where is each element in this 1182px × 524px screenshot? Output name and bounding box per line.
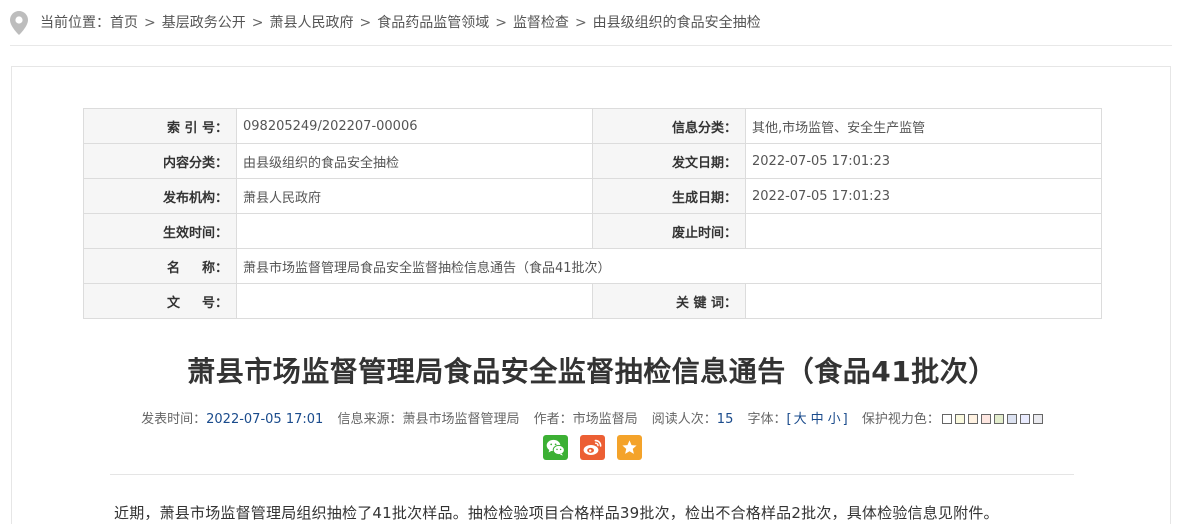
table-row: 文 号： 关 键 词： (83, 283, 1102, 319)
table-row: 生效时间： 废止时间： (83, 213, 1102, 249)
expire-time-value (745, 213, 1102, 249)
breadcrumb-county-government[interactable]: 萧县人民政府 (269, 10, 353, 36)
breadcrumb-current[interactable]: 由县级组织的食品安全抽检 (593, 10, 761, 36)
metadata-table: 索 引 号： 098205249/202207-00006 信息分类： 其他,市… (83, 108, 1102, 319)
location-pin-icon (10, 11, 28, 35)
info-source: 信息来源：萧县市场监督管理局 (337, 412, 519, 427)
index-number-label: 索 引 号： (83, 108, 237, 144)
table-row: 发布机构： 萧县人民政府 生成日期： 2022-07-05 17:01:23 (83, 178, 1102, 214)
wechat-icon (546, 439, 565, 456)
expire-time-label: 废止时间： (592, 213, 746, 249)
eye-color-swatch[interactable] (993, 414, 1004, 424)
table-row: 内容分类： 由县级组织的食品安全抽检 发文日期： 2022-07-05 17:0… (83, 143, 1102, 179)
breadcrumb-home[interactable]: 首页 (110, 10, 138, 36)
eye-color-swatch[interactable] (967, 414, 978, 424)
share-bar (12, 435, 1172, 460)
breadcrumb-separator: > (359, 15, 372, 31)
info-source-label: 信息来源： (337, 412, 403, 427)
eye-color-swatch[interactable] (1019, 414, 1030, 424)
eye-color-swatch[interactable] (954, 414, 965, 424)
author-value: 市场监督局 (572, 412, 638, 427)
author-label: 作者： (533, 412, 573, 427)
issue-date-value: 2022-07-05 17:01:23 (745, 143, 1102, 179)
eye-color-swatch[interactable] (1032, 414, 1043, 424)
read-count-value: 15 (716, 412, 734, 427)
breadcrumb: 当前位置： 首页 > 基层政务公开 > 萧县人民政府 > 食品药品监管领域 > … (10, 10, 1172, 46)
wechat-share-button[interactable] (542, 435, 568, 460)
name-label: 名 称： (83, 248, 237, 284)
eye-color-swatches (941, 414, 1043, 424)
content-category-label: 内容分类： (83, 143, 237, 179)
info-source-value: 萧县市场监督管理局 (402, 412, 520, 427)
created-date-value: 2022-07-05 17:01:23 (745, 178, 1102, 214)
content-divider (110, 474, 1074, 475)
favorite-icon (621, 440, 637, 454)
index-number-value: 098205249/202207-00006 (236, 108, 593, 144)
keywords-value (745, 283, 1102, 319)
publish-time: 发表时间：2022-07-05 17:01 (141, 412, 323, 427)
read-count: 阅读人次：15 (652, 412, 734, 427)
document-number-value (236, 283, 593, 319)
eye-protection-label: 保护视力色： (861, 412, 940, 427)
name-value: 萧县市场监督管理局食品安全监督抽检信息通告（食品41批次） (236, 248, 1102, 284)
breadcrumb-separator: > (251, 15, 264, 31)
font-bracket-close: ] (842, 412, 848, 427)
table-row: 名 称： 萧县市场监督管理局食品安全监督抽检信息通告（食品41批次） (83, 248, 1102, 284)
breadcrumb-food-drug-field[interactable]: 食品药品监管领域 (377, 10, 489, 36)
author: 作者：市场监督局 (534, 412, 638, 427)
eye-protection-colors: 保护视力色： (862, 412, 1043, 427)
breadcrumb-separator: > (495, 15, 507, 31)
eye-color-swatch[interactable] (980, 414, 991, 424)
font-small-button[interactable]: 小 (828, 412, 841, 427)
keywords-label: 关 键 词： (592, 283, 746, 319)
article-body-paragraph: 近期，萧县市场监督管理局组织抽检了41批次样品。抽检检验项目合格样品39批次，检… (114, 504, 999, 522)
breadcrumb-separator: > (144, 15, 156, 31)
font-bracket-open: [ (786, 412, 792, 427)
breadcrumb-prefix: 当前位置： (40, 15, 110, 31)
article-info-bar: 发表时间：2022-07-05 17:01 信息来源：萧县市场监督管理局 作者：… (12, 408, 1172, 427)
read-count-label: 阅读人次： (651, 412, 717, 427)
info-category-label: 信息分类： (592, 108, 746, 144)
breadcrumb-separator: > (574, 15, 587, 31)
article-title: 萧县市场监督管理局食品安全监督抽检信息通告（食品41批次） (187, 355, 997, 388)
created-date-label: 生成日期： (592, 178, 746, 214)
font-medium-button[interactable]: 中 (811, 412, 824, 427)
publisher-label: 发布机构： (83, 178, 237, 214)
weibo-share-button[interactable] (579, 435, 605, 460)
font-size-label: 字体： (747, 412, 787, 427)
eye-color-swatch[interactable] (1006, 414, 1017, 424)
content-category-value: 由县级组织的食品安全抽检 (236, 143, 593, 179)
info-category-value: 其他,市场监管、安全生产监管 (745, 108, 1102, 144)
font-large-button[interactable]: 大 (794, 412, 807, 427)
font-size-control: 字体：[大中小] (747, 412, 847, 427)
favorite-button[interactable] (616, 435, 642, 460)
table-row: 索 引 号： 098205249/202207-00006 信息分类： 其他,市… (83, 108, 1102, 144)
content-panel: 索 引 号： 098205249/202207-00006 信息分类： 其他,市… (11, 66, 1171, 524)
publisher-value: 萧县人民政府 (236, 178, 593, 214)
effective-time-label: 生效时间： (83, 213, 237, 249)
eye-color-swatch[interactable] (941, 414, 952, 424)
publish-time-value: 2022-07-05 17:01 (206, 412, 324, 427)
breadcrumb-grassroots-disclosure[interactable]: 基层政务公开 (162, 10, 246, 36)
weibo-icon (583, 439, 601, 455)
issue-date-label: 发文日期： (592, 143, 746, 179)
document-number-label: 文 号： (83, 283, 237, 319)
breadcrumb-inspection[interactable]: 监督检查 (513, 10, 569, 36)
publish-time-label: 发表时间： (141, 412, 207, 427)
effective-time-value (236, 213, 593, 249)
